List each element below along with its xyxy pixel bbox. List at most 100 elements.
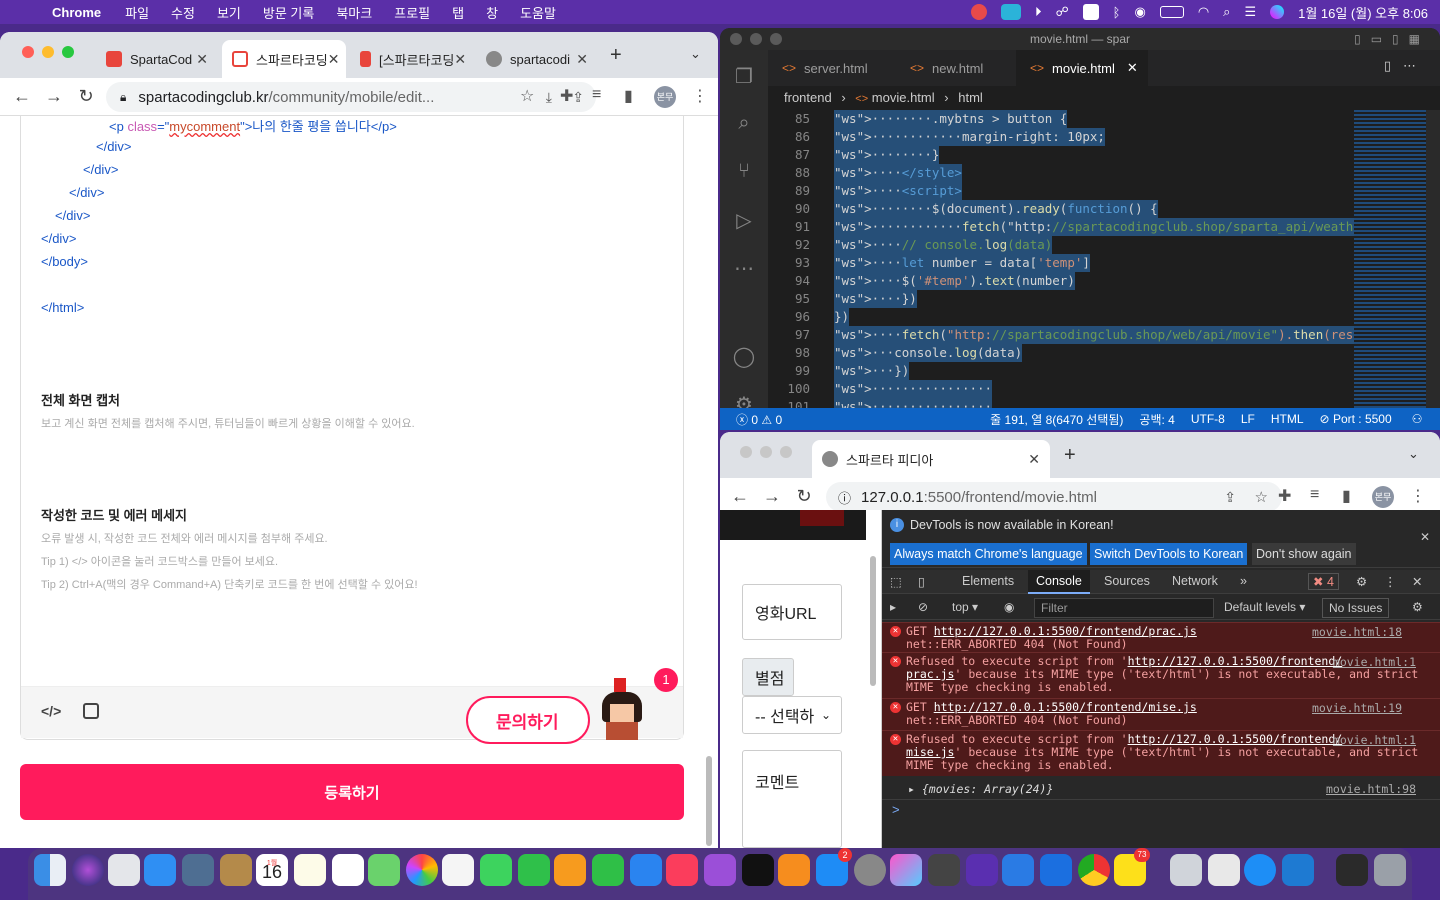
files-icon[interactable] (1040, 854, 1072, 886)
more-icon[interactable]: ⋮ (1410, 486, 1426, 506)
source-control-icon[interactable]: ⑂ (732, 160, 756, 184)
code-line[interactable]: 91 "ws">············fetch("http://spartac… (768, 218, 1354, 236)
code-line[interactable]: 87 "ws">········} (768, 146, 1354, 164)
problems-status[interactable]: ⓧ 0 ⚠ 0 (736, 411, 782, 428)
menu-item-edit[interactable]: 수정 (171, 3, 195, 22)
breadcrumb-folder[interactable]: frontend (784, 90, 832, 105)
siri-icon[interactable] (72, 854, 104, 886)
bookmark-star-icon[interactable]: ☆ (1255, 488, 1268, 506)
screenshot-folder-icon[interactable] (1336, 854, 1368, 886)
install-icon[interactable]: ⤓ (546, 89, 552, 106)
reload-icon[interactable]: ↻ (788, 486, 820, 507)
calendar-icon[interactable]: 1월 16 (256, 854, 288, 886)
close-devtools-icon[interactable]: ✕ (1412, 574, 1422, 589)
keynote-icon[interactable] (630, 854, 662, 886)
error-source-link[interactable]: movie.html:19 (1312, 701, 1402, 715)
account-icon[interactable]: ◯ (732, 344, 756, 368)
preview-icon[interactable] (182, 854, 214, 886)
minimap[interactable] (1354, 110, 1426, 408)
code-line[interactable]: 92 "ws">····// console.log(data) (768, 236, 1354, 254)
settings-gear-icon[interactable]: ⚙ (1356, 574, 1367, 589)
live-server-port[interactable]: ⊘ Port : 5500 (1320, 412, 1392, 426)
code-line[interactable]: 89 "ws">····<script> (768, 182, 1354, 200)
messages-icon[interactable] (480, 854, 512, 886)
close-window-button[interactable] (22, 46, 34, 58)
error-resource-link[interactable]: http://127.0.0.1:5500/frontend/mise.js (934, 700, 1197, 714)
close-notice-icon[interactable]: ✕ (1420, 530, 1430, 544)
encoding[interactable]: UTF-8 (1191, 412, 1225, 426)
imovie-icon[interactable] (966, 854, 998, 886)
chevron-down-icon[interactable]: ⌄ (1408, 446, 1419, 462)
battery-icon[interactable] (1159, 6, 1184, 18)
forward-icon[interactable]: → (38, 86, 70, 107)
error-source-link[interactable]: movie.html:18 (1312, 625, 1402, 639)
safari-icon[interactable] (1244, 854, 1276, 886)
language-mode[interactable]: HTML (1271, 412, 1304, 426)
notification-app-icon[interactable] (970, 4, 987, 20)
devtools-tab-console[interactable]: Console (1028, 570, 1090, 594)
error-count-badge[interactable]: ✖ 4 (1308, 573, 1339, 590)
tv-icon[interactable] (742, 854, 774, 886)
back-icon[interactable]: ← (6, 86, 38, 107)
share-icon[interactable]: ⇪ (572, 89, 584, 106)
code-line[interactable]: 96}) (768, 308, 1354, 326)
photos-icon[interactable] (406, 854, 438, 886)
close-tab-icon[interactable]: ✕ (1028, 451, 1040, 468)
tab-spartacoding-3[interactable]: [스파르타코딩 ✕ (350, 40, 474, 78)
movie-url-field[interactable]: 영화URL (742, 584, 842, 640)
error-resource-link[interactable]: http://127.0.0.1:5500/frontend/prac.js (934, 624, 1197, 638)
kakaotalk-icon[interactable]: 73 (1114, 848, 1150, 886)
airdrop-icon[interactable]: ☍ (1055, 4, 1068, 20)
code-line[interactable]: 95 "ws">····}) (768, 290, 1354, 308)
siri-icon[interactable] (1270, 5, 1285, 19)
new-tab-icon[interactable]: + (610, 44, 622, 67)
menu-item-tab[interactable]: 탭 (452, 3, 464, 22)
podcasts-icon[interactable] (704, 854, 736, 886)
media-icon[interactable]: ≡ (1310, 486, 1319, 504)
code-line[interactable]: 101 "ws">················ (768, 398, 1354, 408)
close-window-button[interactable] (740, 446, 752, 458)
books-icon[interactable] (778, 854, 810, 886)
line-ending[interactable]: LF (1241, 412, 1255, 426)
bookmark-star-icon[interactable]: ☆ (520, 86, 534, 106)
error-resource-link[interactable]: http://127.0.0.1:5500/frontend/ (1128, 732, 1343, 746)
indentation[interactable]: 공백: 4 (1139, 411, 1174, 428)
disk-utility-icon[interactable] (1208, 854, 1240, 886)
split-editor-icon[interactable]: ▯⋯ (1384, 58, 1428, 74)
menu-item-profiles[interactable]: 프로필 (394, 3, 430, 22)
more-icon[interactable]: ⋮ (1384, 574, 1397, 589)
console-log-message[interactable]: ▸ {movies: Array(24)} movie.html:98 (882, 778, 1440, 800)
switch-devtools-korean-button[interactable]: Switch DevTools to Korean (1090, 543, 1248, 565)
numbers-icon[interactable] (592, 854, 624, 886)
share-icon[interactable]: ⇪ (1224, 489, 1236, 506)
more-tabs-icon[interactable]: » (1240, 574, 1247, 588)
close-tab-icon[interactable]: ✕ (1127, 60, 1138, 76)
error-source-link[interactable]: movie.html:1 (1333, 733, 1416, 747)
tab-movie-html[interactable]: <> movie.html ✕ (1016, 50, 1148, 86)
vscode-icon[interactable] (1282, 854, 1314, 886)
image-icon[interactable] (83, 703, 99, 719)
media-icon[interactable]: ≡ (592, 86, 601, 104)
avatar[interactable]: 본무 (654, 86, 676, 108)
new-tab-icon[interactable]: + (1064, 444, 1076, 467)
code-line[interactable]: 86 "ws">············margin-right: 10px; (768, 128, 1354, 146)
launchpad-icon[interactable] (108, 854, 140, 886)
clear-console-icon[interactable]: ⊘ (918, 600, 928, 614)
tab-spartacoding-4[interactable]: spartacodi ✕ (476, 40, 598, 78)
tab-sparta-pedia[interactable]: 스파르타 피디아 ✕ (812, 440, 1050, 478)
chrome-icon[interactable] (1078, 854, 1110, 886)
reload-icon[interactable]: ↻ (70, 86, 102, 107)
tab-new-html[interactable]: <> new.html (896, 50, 1014, 86)
cursor-position[interactable]: 줄 191, 열 8(6470 선택됨) (990, 411, 1123, 428)
device-toolbar-icon[interactable]: ▯ (918, 574, 925, 589)
screen-share-icon[interactable] (1000, 4, 1021, 20)
page-scrollbar[interactable] (870, 556, 876, 686)
code-editor[interactable]: 85 "ws">········.mybtns > button {86 "ws">… (768, 110, 1354, 408)
tab-spartacoding-2[interactable]: 스파르타코딩 ✕ (222, 40, 346, 78)
code-line[interactable]: 99 "ws">···}) (768, 362, 1354, 380)
tab-spartacoding-1[interactable]: SpartaCod ✕ (96, 40, 218, 78)
close-tab-icon[interactable]: ✕ (328, 51, 340, 68)
side-panel-icon[interactable]: ▮ (624, 86, 633, 106)
avatar[interactable]: 본무 (1372, 486, 1394, 508)
address-bar[interactable]: ⓘ 127.0.0.1 :5500/frontend/movie.html ⇪ … (826, 482, 1282, 512)
